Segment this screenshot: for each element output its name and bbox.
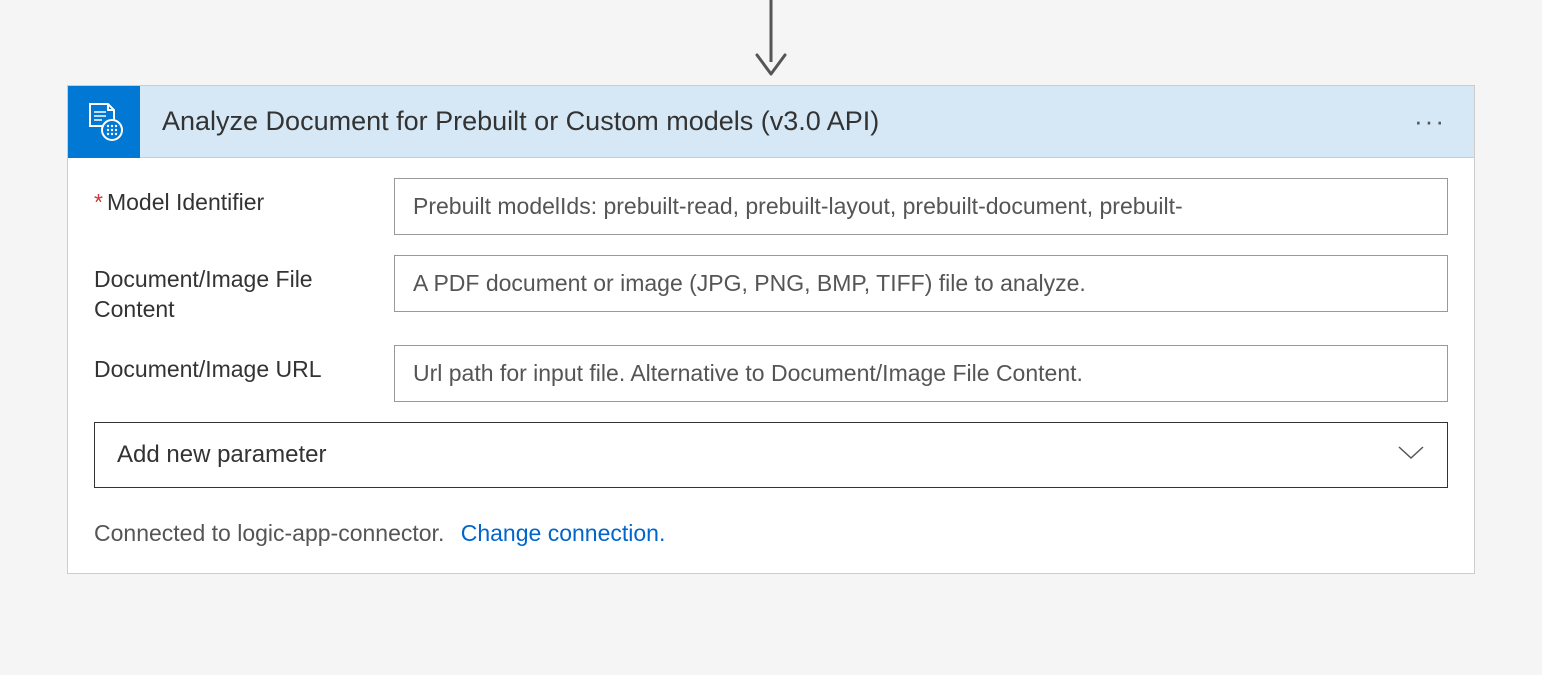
card-title: Analyze Document for Prebuilt or Custom … (140, 106, 1386, 137)
flow-arrow (751, 0, 791, 85)
more-menu-button[interactable]: ··· (1386, 106, 1474, 137)
field-label-file-content: Document/Image File Content (94, 255, 394, 325)
required-asterisk-icon: * (94, 189, 103, 215)
field-row-url: Document/Image URL (94, 345, 1448, 402)
action-card: Analyze Document for Prebuilt or Custom … (67, 85, 1475, 574)
change-connection-link[interactable]: Change connection. (461, 520, 666, 546)
field-label-model-identifier: *Model Identifier (94, 178, 394, 218)
model-identifier-label-text: Model Identifier (107, 189, 264, 215)
connection-footer: Connected to logic-app-connector. Change… (94, 520, 1448, 547)
url-input[interactable] (394, 345, 1448, 402)
document-analysis-icon (68, 86, 140, 158)
card-header[interactable]: Analyze Document for Prebuilt or Custom … (68, 86, 1474, 158)
add-parameter-dropdown[interactable]: Add new parameter (94, 422, 1448, 488)
model-identifier-input[interactable] (394, 178, 1448, 235)
field-label-url: Document/Image URL (94, 345, 394, 385)
dropdown-label: Add new parameter (117, 441, 1397, 469)
field-row-model-identifier: *Model Identifier (94, 178, 1448, 235)
card-body: *Model Identifier Document/Image File Co… (68, 158, 1474, 573)
field-row-file-content: Document/Image File Content (94, 255, 1448, 325)
connected-to-text: Connected to logic-app-connector. (94, 520, 444, 546)
chevron-down-icon (1397, 443, 1425, 466)
file-content-input[interactable] (394, 255, 1448, 312)
